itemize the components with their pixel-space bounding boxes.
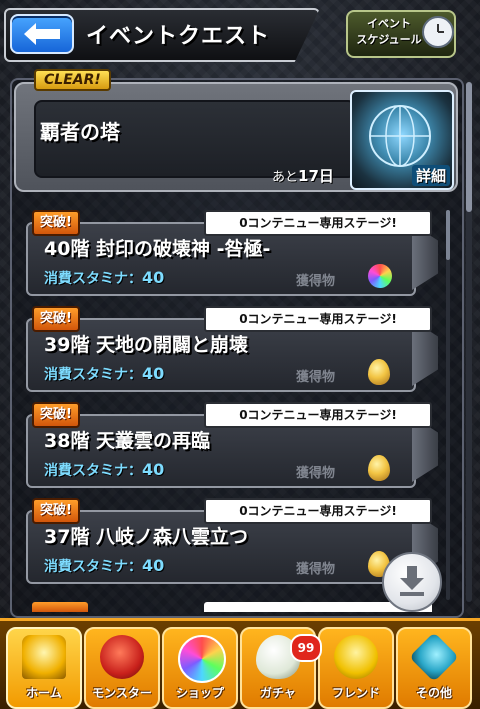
- stamina-value: 40: [142, 268, 165, 287]
- nav-shop[interactable]: ショップ: [162, 627, 238, 709]
- page-title: イベントクエスト: [86, 24, 271, 49]
- nav-other[interactable]: その他: [396, 627, 472, 709]
- other-icon: [409, 632, 459, 682]
- stamina: 消費スタミナ：40: [44, 364, 164, 384]
- page-scrollbar[interactable]: [466, 82, 472, 602]
- back-arrow-icon: [24, 23, 60, 45]
- schedule-label: イベント スケジュール: [354, 16, 424, 48]
- clock-icon: [422, 16, 454, 48]
- reward-label: 獲得物: [296, 562, 336, 577]
- event-title: 覇者の塔: [40, 120, 120, 144]
- stamina-value: 40: [142, 460, 165, 479]
- monster-icon: [100, 635, 144, 679]
- rainbow-orb-icon: [368, 264, 392, 288]
- stage-row[interactable]: 突破! 0コンテニュー専用ステージ! 39階 天地の開闢と崩壊 消費スタミナ：4…: [26, 306, 444, 392]
- nav-friend[interactable]: フレンド: [318, 627, 394, 709]
- back-button[interactable]: [10, 14, 74, 54]
- event-schedule-button[interactable]: イベント スケジュール: [346, 10, 456, 58]
- stamina-value: 40: [142, 364, 165, 383]
- stamina: 消費スタミナ：40: [44, 556, 164, 576]
- nav-monster[interactable]: モンスター: [84, 627, 160, 709]
- stamina: 消費スタミナ：40: [44, 268, 164, 288]
- cleared-badge: 突破!: [32, 498, 80, 524]
- schedule-label-line2: スケジュール: [356, 33, 422, 46]
- remaining-days: あと17日: [272, 165, 334, 186]
- stamina-value: 40: [142, 556, 165, 575]
- stage-name: 38階 天叢雲の再臨: [44, 430, 211, 452]
- nav-label-gacha: ガチャ: [260, 686, 296, 700]
- cleared-badge: 突破!: [32, 306, 80, 332]
- gacha-count-badge: 99: [290, 634, 322, 662]
- stage-name: 37階 八岐ノ森八雲立つ: [44, 526, 249, 548]
- friend-icon: [334, 635, 378, 679]
- nav-label-friend: フレンド: [331, 686, 380, 700]
- nav-label-shop: ショップ: [175, 686, 224, 700]
- scroll-down-button[interactable]: [382, 552, 442, 612]
- stage-row[interactable]: 突破! 0コンテニュー専用ステージ! 40階 封印の破壊神 -咎極- 消費スタミ…: [26, 210, 444, 296]
- nav-label-home: ホーム: [26, 686, 62, 700]
- stamina-label: 消費スタミナ：: [44, 559, 142, 575]
- stage-list-scrollbar[interactable]: [446, 210, 450, 600]
- stage-row[interactable]: 突破! 0コンテニュー専用ステージ! 37階 八岐ノ森八雲立つ 消費スタミナ：4…: [26, 498, 444, 584]
- next-stage-badge-peek: [32, 602, 88, 612]
- globe-icon: [369, 105, 431, 167]
- no-continue-tag: 0コンテニュー専用ステージ!: [204, 402, 432, 428]
- home-icon: [22, 635, 66, 679]
- no-continue-tag: 0コンテニュー専用ステージ!: [204, 498, 432, 524]
- page-scrollbar-thumb[interactable]: [466, 82, 472, 212]
- stamina-label: 消費スタミナ：: [44, 367, 142, 383]
- cleared-badge: 突破!: [32, 210, 80, 236]
- stage-list-scrollbar-thumb[interactable]: [446, 210, 450, 260]
- bottom-navigation: ホーム モンスター ショップ ガチャ フレンド その他: [0, 618, 480, 709]
- shop-orb-icon: [178, 635, 226, 683]
- stamina-label: 消費スタミナ：: [44, 271, 142, 287]
- reward-label: 獲得物: [296, 274, 336, 289]
- no-continue-tag: 0コンテニュー専用ステージ!: [204, 210, 432, 236]
- header-bar: イベントクエスト イベント スケジュール: [0, 0, 480, 66]
- clear-badge: CLEAR!: [34, 69, 111, 91]
- golden-egg-icon: [368, 455, 390, 481]
- stamina-label: 消費スタミナ：: [44, 463, 142, 479]
- nav-label-other: その他: [415, 686, 452, 700]
- nav-label-monster: モンスター: [92, 686, 152, 700]
- remaining-prefix: あと: [272, 170, 299, 185]
- stage-row[interactable]: 突破! 0コンテニュー専用ステージ! 38階 天叢雲の再臨 消費スタミナ：40 …: [26, 402, 444, 488]
- remaining-days-value: 17日: [298, 167, 334, 185]
- nav-home[interactable]: ホーム: [6, 627, 82, 709]
- download-arrow-icon: [400, 566, 424, 596]
- golden-egg-icon: [368, 359, 390, 385]
- stage-name: 39階 天地の開闢と崩壊: [44, 334, 249, 356]
- reward-label: 獲得物: [296, 466, 336, 481]
- detail-button[interactable]: 詳細: [350, 90, 454, 190]
- stamina: 消費スタミナ：40: [44, 460, 164, 480]
- detail-label: 詳細: [411, 165, 450, 186]
- schedule-label-line1: イベント: [367, 17, 411, 30]
- no-continue-tag: 0コンテニュー専用ステージ!: [204, 306, 432, 332]
- cleared-badge: 突破!: [32, 402, 80, 428]
- reward-label: 獲得物: [296, 370, 336, 385]
- stage-name: 40階 封印の破壊神 -咎極-: [44, 238, 271, 260]
